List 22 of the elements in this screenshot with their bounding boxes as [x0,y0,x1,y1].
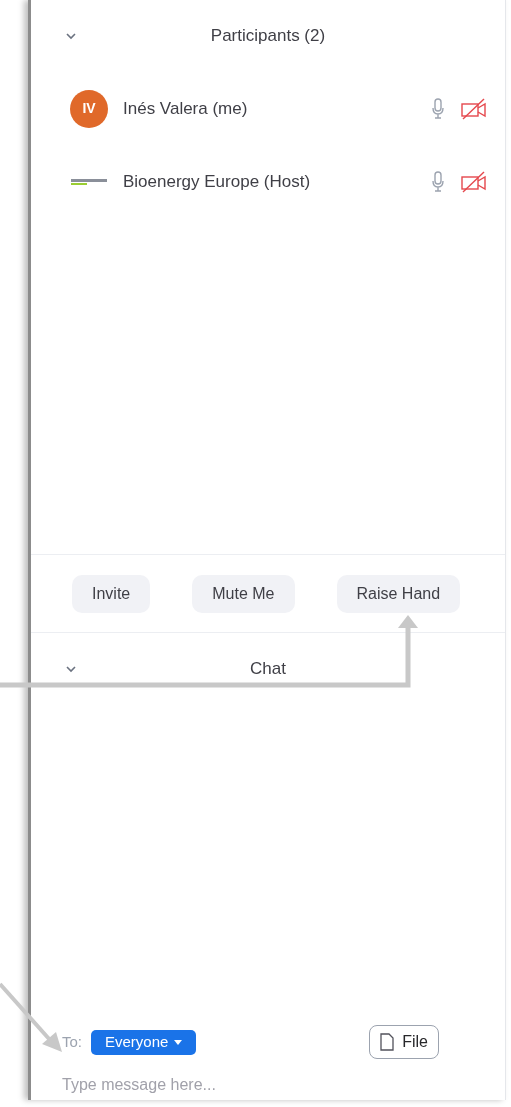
microphone-icon[interactable] [431,97,445,120]
video-off-icon[interactable] [461,170,487,193]
video-off-icon[interactable] [461,97,487,120]
participant-name: Inés Valera (me) [123,97,249,120]
action-button[interactable]: Invite [72,574,151,613]
message-field[interactable]: Type message here... [62,1070,474,1100]
caret-icon [174,1039,183,1045]
participant-row[interactable]: IV Inés Valera (me) [31,72,505,145]
file-button[interactable]: File [369,1025,439,1059]
action-button[interactable]: Mute Me [192,574,295,613]
to-label: To: [62,1031,82,1052]
avatar: IV [70,89,108,128]
chevron-icon[interactable] [65,664,77,673]
document-icon [380,1033,395,1051]
participant-row[interactable]: Bioenergy Europe (Host) [31,145,505,218]
chevron-icon[interactable] [65,32,77,40]
recipient-dropdown[interactable]: Everyone [91,1029,197,1055]
panel-title: Participants (2) [210,25,326,48]
microphone-icon[interactable] [431,170,445,193]
action-button[interactable]: Raise Hand [336,574,461,613]
panel-title: Chat [250,657,286,680]
participant-name: Bioenergy Europe (Host) [123,170,312,193]
